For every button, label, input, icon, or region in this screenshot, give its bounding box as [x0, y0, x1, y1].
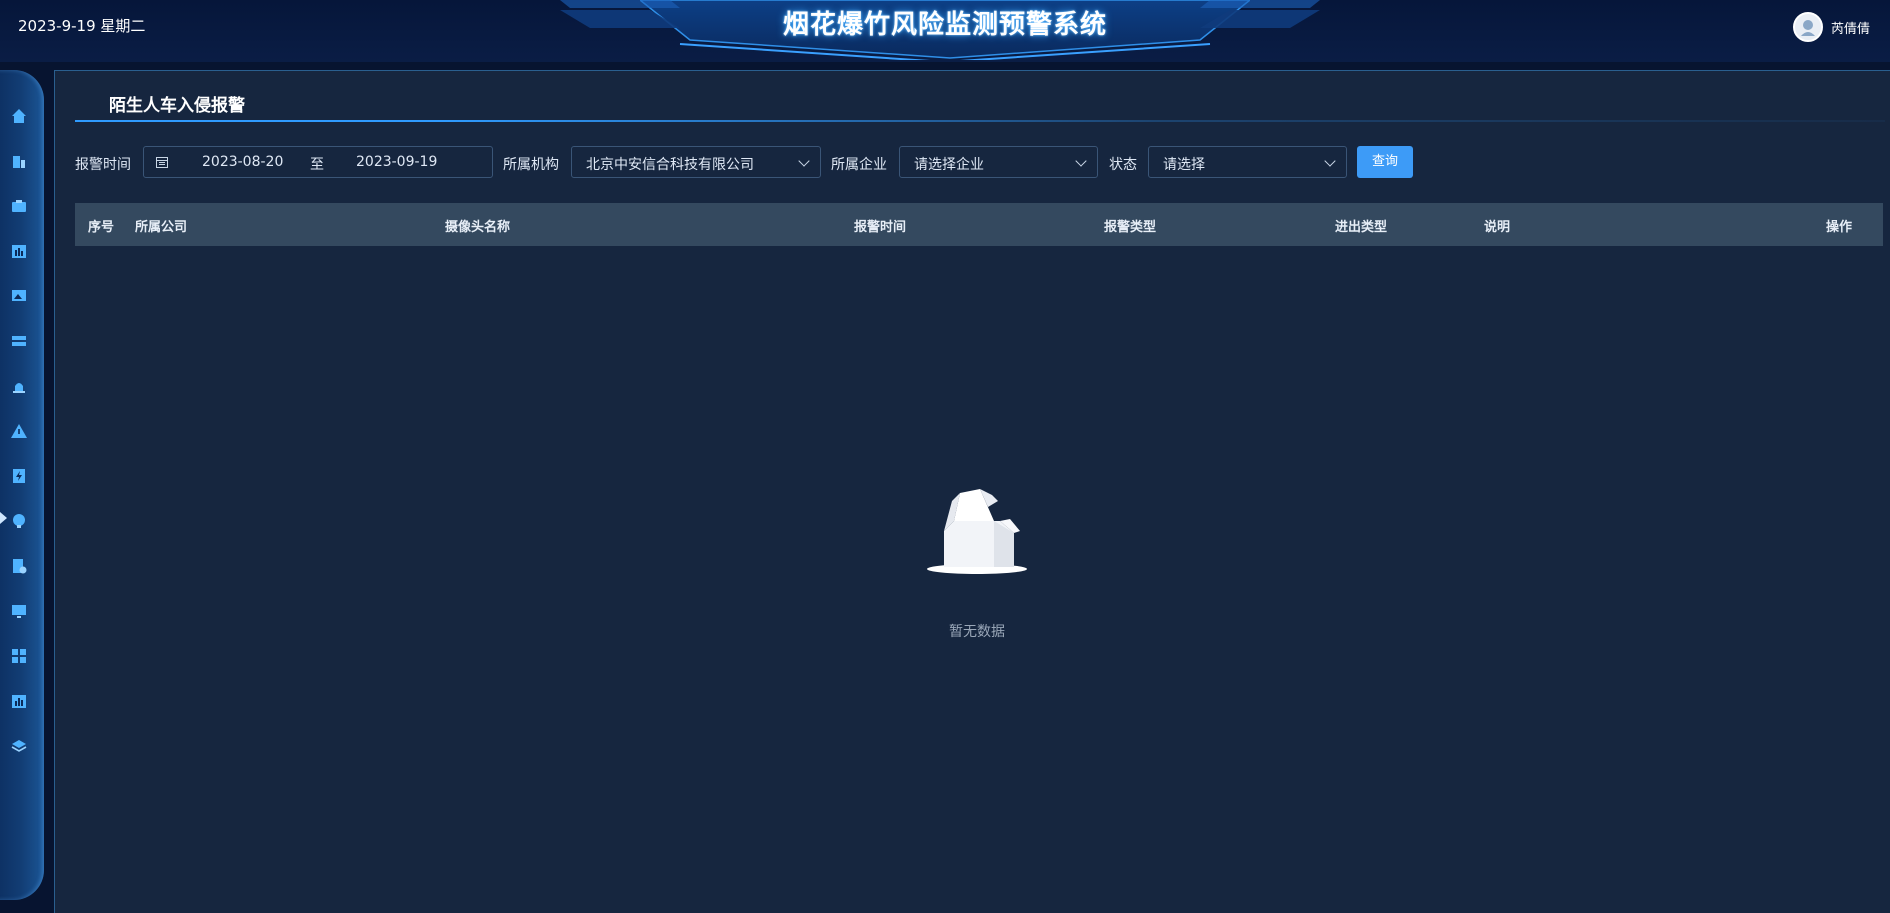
- date-end-input[interactable]: 2023-09-19: [356, 154, 437, 170]
- user-avatar-icon: [1800, 20, 1815, 36]
- calendar-icon: [156, 157, 168, 168]
- org-select-value: 北京中安信合科技有限公司: [586, 157, 754, 173]
- power-document-icon[interactable]: [8, 465, 30, 487]
- layers-icon[interactable]: [8, 735, 30, 757]
- document-settings-icon[interactable]: [8, 555, 30, 577]
- user-name: 芮倩倩: [1830, 21, 1870, 37]
- report-chart-icon[interactable]: [8, 690, 30, 712]
- server-icon[interactable]: [8, 330, 30, 352]
- status-select-placeholder: 请选择: [1163, 157, 1205, 173]
- bar-chart-icon[interactable]: [8, 240, 30, 262]
- side-nav: [0, 70, 44, 900]
- table-header: 序号 所属公司 摄像头名称 报警时间 报警类型 进出类型 说明 操作: [75, 203, 1883, 246]
- main-panel: 陌生人车入侵报警 报警时间 2023-08-20 至 2023-09-19 所属…: [54, 70, 1890, 913]
- avatar[interactable]: [1792, 12, 1823, 42]
- status-select[interactable]: 请选择: [1148, 146, 1347, 178]
- company-label: 所属企业: [831, 157, 887, 173]
- bulb-icon[interactable]: [8, 510, 30, 532]
- alarm-light-icon[interactable]: [8, 375, 30, 397]
- briefcase-icon[interactable]: [8, 195, 30, 217]
- active-menu-arrow-icon: [0, 512, 7, 524]
- building-icon[interactable]: [8, 150, 30, 172]
- system-title: 烟花爆竹风险监测预警系统: [782, 10, 1107, 40]
- col-index: 序号: [88, 220, 115, 235]
- query-button[interactable]: 查询: [1357, 146, 1413, 178]
- current-date: 2023-9-19 星期二: [18, 17, 146, 35]
- chevron-down-icon: [1324, 155, 1336, 167]
- chevron-down-icon: [1075, 155, 1087, 167]
- col-alarm-time: 报警时间: [854, 220, 907, 235]
- empty-box-icon: [927, 489, 1027, 574]
- date-start-input[interactable]: 2023-08-20: [202, 154, 283, 170]
- title-divider: [75, 120, 1885, 122]
- home-icon[interactable]: [8, 105, 30, 127]
- col-company: 所属公司: [135, 220, 188, 235]
- status-label: 状态: [1109, 157, 1137, 173]
- org-label: 所属机构: [503, 157, 559, 173]
- org-select[interactable]: 北京中安信合科技有限公司: [571, 146, 821, 178]
- empty-text: 暂无数据: [949, 624, 1005, 640]
- col-actions: 操作: [1826, 220, 1853, 235]
- company-select-placeholder: 请选择企业: [914, 157, 984, 173]
- monitor-image-icon[interactable]: [8, 285, 30, 307]
- alarm-time-label: 报警时间: [75, 157, 131, 173]
- dashboard-screen-icon[interactable]: [8, 600, 30, 622]
- warning-triangle-icon[interactable]: [8, 420, 30, 442]
- grid-icon[interactable]: [8, 645, 30, 667]
- date-range-picker[interactable]: 2023-08-20 至 2023-09-19: [143, 146, 493, 178]
- chevron-down-icon: [798, 155, 810, 167]
- top-header: 2023-9-19 星期二 烟花爆竹风险监测预警系统 芮倩倩: [0, 0, 1890, 62]
- user-menu[interactable]: 芮倩倩: [1792, 12, 1870, 42]
- col-alarm-type: 报警类型: [1104, 220, 1157, 235]
- col-camera-name: 摄像头名称: [445, 220, 511, 235]
- empty-state: 暂无数据: [917, 471, 1037, 641]
- col-description: 说明: [1484, 220, 1511, 235]
- page-title: 陌生人车入侵报警: [109, 96, 245, 116]
- col-direction-type: 进出类型: [1335, 220, 1388, 235]
- company-select[interactable]: 请选择企业: [899, 146, 1098, 178]
- date-separator: 至: [310, 157, 324, 173]
